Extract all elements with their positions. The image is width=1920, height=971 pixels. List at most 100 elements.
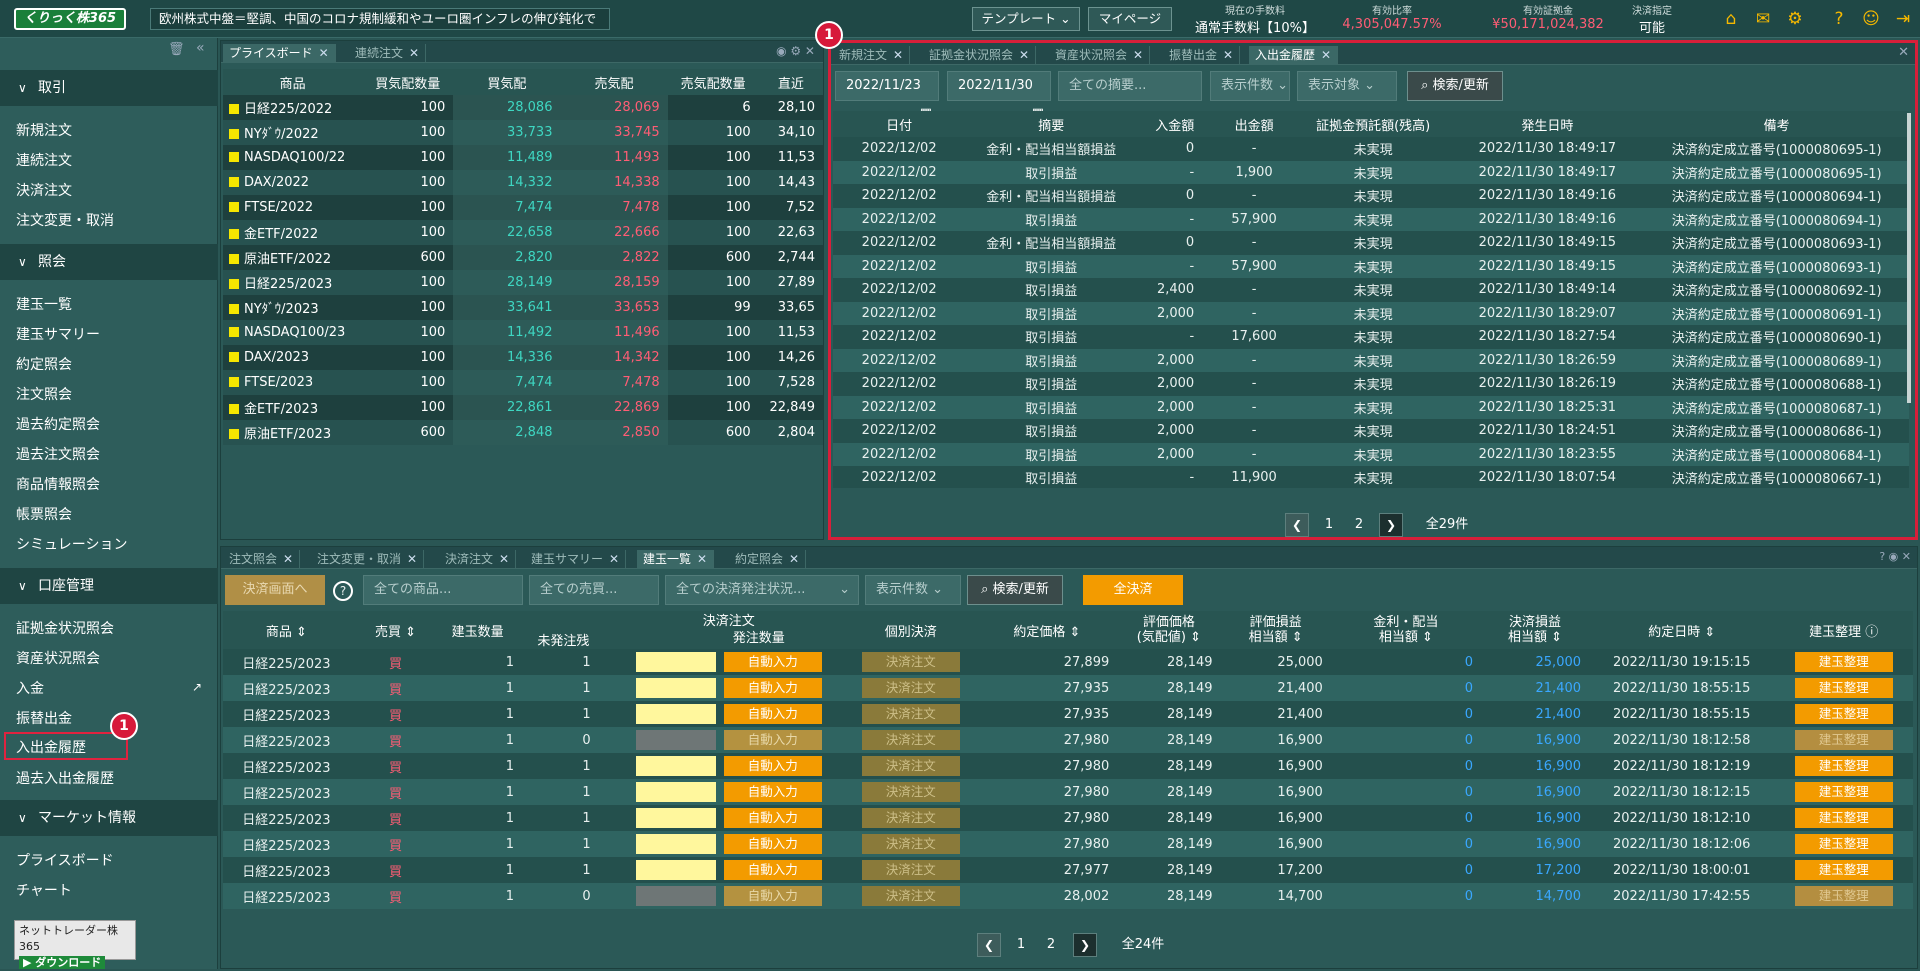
priceboard-cell[interactable]: 33,733 — [453, 120, 561, 145]
col-eval[interactable]: 評価価格 (気配値) ⇕ — [1117, 611, 1221, 649]
sidebar-item-simulation[interactable]: シミュレーション — [16, 534, 127, 556]
close-icon[interactable]: ✕ — [499, 552, 509, 566]
priceboard-row[interactable]: 日経225/2022 100 28,086 28,069 6 28,10 — [223, 95, 823, 120]
tab-new-order[interactable]: 新規注文 ✕ — [833, 46, 911, 65]
priceboard-cell[interactable]: 11,493 — [560, 145, 668, 170]
priceboard-cell[interactable]: 11,489 — [453, 145, 561, 170]
sidebar-item-asset-status[interactable]: 資産状況照会 — [16, 648, 100, 670]
priceboard-cell[interactable]: 33,745 — [560, 120, 668, 145]
priceboard-cell[interactable]: 11,496 — [560, 320, 668, 345]
tab-continuous-order[interactable]: 連続注文 ✕ — [349, 44, 427, 63]
settle-order-button[interactable]: 決済注文 — [861, 730, 960, 750]
auto-input-button[interactable]: 自動入力 — [723, 859, 822, 880]
positions-search-button[interactable]: ⌕ 検索/更新 — [967, 575, 1063, 605]
product-filter-input[interactable]: 全ての商品... — [363, 575, 523, 605]
gear-icon[interactable]: ⚙ — [1784, 8, 1806, 30]
tab-position-summary[interactable]: 建玉サマリー ✕ — [525, 550, 627, 569]
priceboard-cell[interactable]: 2,850 — [560, 420, 668, 445]
news-ticker[interactable]: 欧州株式中盤＝堅調、中国のコロナ規制緩和やユーロ圏インフレの伸び鈍化で — [150, 8, 610, 30]
auto-input-button[interactable]: 自動入力 — [723, 885, 822, 906]
home-icon[interactable]: ⌂ — [1720, 8, 1742, 30]
priceboard-row[interactable]: 原油ETF/2023 600 2,848 2,850 600 2,804 — [223, 420, 823, 445]
priceboard-cell[interactable]: 7,474 — [453, 370, 561, 395]
priceboard-row[interactable]: 金ETF/2023 100 22,861 22,869 100 22,849 — [223, 395, 823, 420]
priceboard-cell[interactable]: 22,658 — [453, 220, 561, 245]
settle-order-button[interactable]: 決済注文 — [861, 678, 960, 698]
position-row[interactable]: 日経225/2023 買 1 1 自動入力 決済注文 27,980 28,149 16,900 0… — [223, 779, 1913, 805]
order-qty-input[interactable] — [635, 860, 716, 881]
sidebar-item-deposit-history[interactable]: 入出金履歴 — [16, 737, 86, 759]
logout-icon[interactable]: ⇥ — [1892, 8, 1914, 30]
priceboard-cell[interactable]: 7,478 — [560, 195, 668, 220]
history-row[interactable]: 2022/12/02 取引損益 2,000 - 未実現 2022/11/30 18:23:… — [833, 442, 1909, 466]
settle-order-button[interactable]: 決済注文 — [861, 886, 960, 906]
order-qty-input[interactable] — [635, 678, 716, 699]
page-1[interactable]: 1 — [1009, 933, 1033, 957]
position-row[interactable]: 日経225/2023 買 1 0 自動入力 決済注文 28,002 28,149 14,700 0… — [223, 883, 1913, 909]
position-row[interactable]: 日経225/2023 買 1 1 自動入力 決済注文 27,980 28,149 16,900 0… — [223, 753, 1913, 779]
history-row[interactable]: 2022/12/02 取引損益 2,000 - 未実現 2022/11/30 18:26:… — [833, 348, 1909, 372]
user-icon[interactable]: ☺ — [1860, 8, 1882, 30]
sidebar-item-reports[interactable]: 帳票照会 — [16, 504, 72, 526]
auto-input-button[interactable]: 自動入力 — [723, 729, 822, 750]
sidebar-item-past-deposit-history[interactable]: 過去入出金履歴 — [16, 768, 114, 790]
history-row[interactable]: 2022/12/02 取引損益 - 57,900 未実現 2022/11/30 18:49… — [833, 207, 1909, 231]
priceboard-cell[interactable]: 14,342 — [560, 345, 668, 370]
position-row[interactable]: 日経225/2023 買 1 1 自動入力 決済注文 27,899 28,149 25,000 0… — [223, 649, 1913, 675]
sidebar-item-margin-status[interactable]: 証拠金状況照会 — [16, 618, 114, 640]
order-qty-input[interactable] — [635, 704, 716, 725]
tab-margin-status[interactable]: 証拠金状況照会 ✕ — [923, 46, 1037, 65]
collapse-icon[interactable]: « — [196, 40, 205, 56]
help-icon[interactable]: ? — [1828, 8, 1850, 30]
count-select[interactable]: 表示件数 ⌄ — [1210, 71, 1290, 101]
close-icon[interactable]: ✕ — [893, 48, 903, 62]
position-row[interactable]: 日経225/2023 買 1 1 自動入力 決済注文 27,935 28,149 21,400 0… — [223, 675, 1913, 701]
col-settle-pl[interactable]: 決済損益 相当額 ⇕ — [1481, 611, 1590, 649]
sidebar-item-transfer-withdraw[interactable]: 振替出金 — [16, 708, 72, 730]
col-eval-pl[interactable]: 評価損益 相当額 ⇕ — [1220, 611, 1331, 649]
history-row[interactable]: 2022/12/02 取引損益 - 17,600 未実現 2022/11/30 18:27… — [833, 325, 1909, 349]
section-account[interactable]: ∨ 口座管理 — [0, 568, 218, 604]
priceboard-cell[interactable]: 7,478 — [560, 370, 668, 395]
arrange-position-button[interactable]: 建玉整理 — [1794, 704, 1893, 724]
col-exec-date[interactable]: 約定日時 ⇕ — [1589, 611, 1775, 649]
sidebar-item-executions[interactable]: 約定照会 — [16, 354, 72, 376]
col-product[interactable]: 商品 ⇕ — [223, 611, 350, 649]
tab-transfer-withdraw[interactable]: 振替出金 ✕ — [1163, 46, 1241, 65]
settle-order-button[interactable]: 決済注文 — [861, 834, 960, 854]
settle-order-button[interactable]: 決済注文 — [861, 756, 960, 776]
auto-input-button[interactable]: 自動入力 — [723, 651, 822, 672]
sidebar-item-deposit[interactable]: 入金 — [16, 678, 44, 700]
col-side[interactable]: 売買 ⇕ — [349, 611, 442, 649]
sidebar-item-settle-order[interactable]: 決済注文 — [16, 180, 72, 202]
settle-order-button[interactable]: 決済注文 — [861, 704, 960, 724]
history-row[interactable]: 2022/12/02 取引損益 2,400 - 未実現 2022/11/30 18:49:… — [833, 278, 1909, 302]
priceboard-row[interactable]: DAX/2022 100 14,332 14,338 100 14,43 — [223, 170, 823, 195]
sidebar-item-orders[interactable]: 注文照会 — [16, 384, 72, 406]
sidebar-item-chart[interactable]: チャート — [16, 880, 72, 902]
priceboard-row[interactable]: NYﾀﾞｳ/2022 100 33,733 33,745 100 34,10 — [223, 120, 823, 145]
auto-input-button[interactable]: 自動入力 — [723, 755, 822, 776]
page-2[interactable]: 2 — [1347, 513, 1371, 537]
sidebar-item-position-summary[interactable]: 建玉サマリー — [16, 324, 100, 346]
priceboard-cell[interactable]: 14,332 — [453, 170, 561, 195]
arrange-position-button[interactable]: 建玉整理 — [1794, 730, 1893, 750]
priceboard-cell[interactable]: 2,820 — [453, 245, 561, 270]
close-icon[interactable]: ✕ — [1321, 48, 1331, 62]
mypage-button[interactable]: マイページ — [1088, 7, 1172, 31]
settings-icon[interactable]: ◉ ⚙ ✕ — [776, 44, 815, 58]
settle-screen-button[interactable]: 決済画面へ — [225, 575, 325, 605]
auto-input-button[interactable]: 自動入力 — [723, 677, 822, 698]
position-row[interactable]: 日経225/2023 買 1 1 自動入力 決済注文 27,980 28,149 16,900 0… — [223, 831, 1913, 857]
arrange-position-button[interactable]: 建玉整理 — [1794, 756, 1893, 776]
sidebar-item-order-change[interactable]: 注文変更・取消 — [16, 210, 114, 232]
position-row[interactable]: 日経225/2023 買 1 1 自動入力 決済注文 27,935 28,149 21,400 0… — [223, 701, 1913, 727]
date-from-input[interactable]: 2022/11/23 ▦ — [835, 71, 939, 121]
settle-order-button[interactable]: 決済注文 — [861, 652, 960, 672]
sidebar-item-continuous-order[interactable]: 連続注文 — [16, 150, 72, 172]
arrange-position-button[interactable]: 建玉整理 — [1794, 860, 1893, 880]
priceboard-cell[interactable]: 11,492 — [453, 320, 561, 345]
side-filter-input[interactable]: 全ての売買... — [529, 575, 659, 605]
priceboard-cell[interactable]: 22,666 — [560, 220, 668, 245]
history-row[interactable]: 2022/12/02 取引損益 2,000 - 未実現 2022/11/30 18:29:… — [833, 301, 1909, 325]
